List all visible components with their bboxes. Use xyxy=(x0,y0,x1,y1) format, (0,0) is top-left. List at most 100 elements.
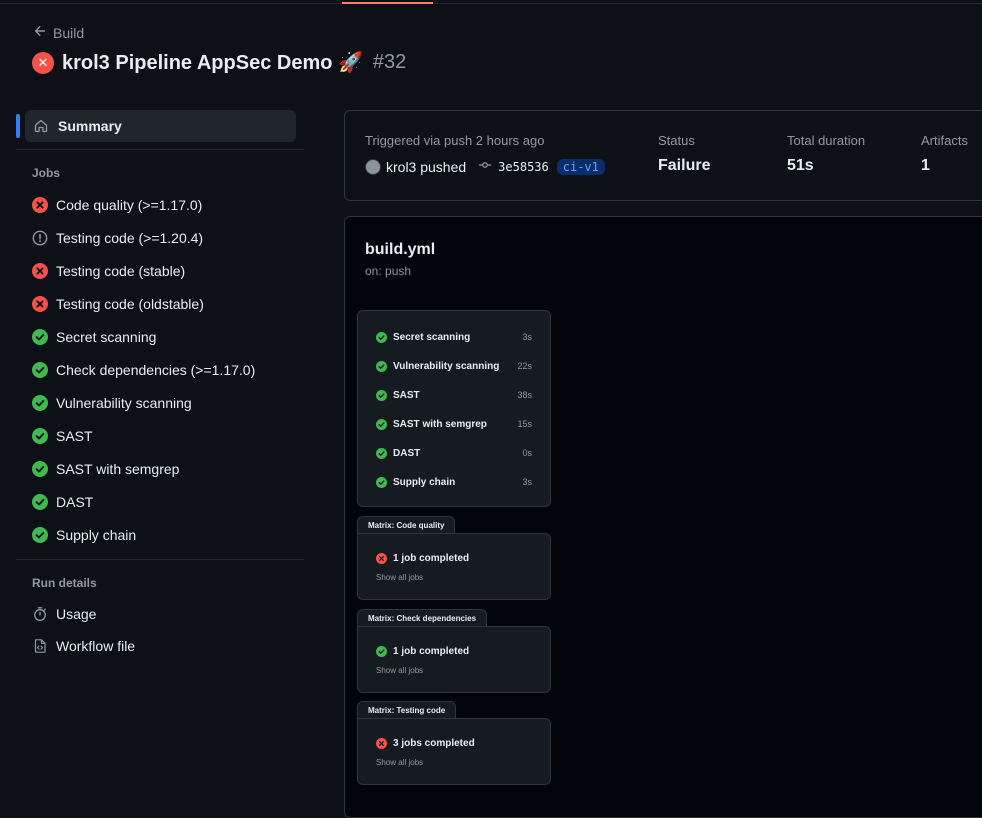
sidebar-job-label: Testing code (>=1.20.4) xyxy=(56,229,204,246)
commit-link[interactable]: 3e58536 xyxy=(478,158,549,175)
workflow-job-label: Secret scanning xyxy=(393,331,471,343)
sidebar-job-label: Check dependencies (>=1.17.0) xyxy=(56,361,256,378)
jobs-group: Secret scanning 3s Vulnerability scanning 2… xyxy=(357,310,551,507)
matrix-group[interactable]: 1 job completed Show all jobs xyxy=(357,533,551,600)
divider xyxy=(16,559,304,560)
sidebar: Summary Jobs Code quality (>=1.17.0) Test… xyxy=(16,110,304,662)
status-stat: Status Failure xyxy=(658,133,710,175)
x-circle-icon xyxy=(32,262,48,279)
alert-circle-icon xyxy=(32,230,48,246)
show-all-jobs-link[interactable]: Show all jobs xyxy=(376,573,423,582)
sidebar-job-item[interactable]: Testing code (stable) xyxy=(16,254,304,287)
arrow-left-icon xyxy=(33,24,47,41)
sidebar-job-label: SAST with semgrep xyxy=(56,460,180,477)
workflow-job[interactable]: DAST 0s xyxy=(376,446,532,460)
check-circle-icon xyxy=(376,476,387,488)
branch-label[interactable]: ci-v1 xyxy=(556,158,605,175)
run-details-heading: Run details xyxy=(32,576,97,590)
workflow-job-label: Supply chain xyxy=(393,476,456,488)
top-divider xyxy=(0,3,982,4)
workflow-job-duration: 38s xyxy=(517,390,532,400)
sidebar-job-item[interactable]: Supply chain xyxy=(16,518,304,551)
sidebar-job-label: SAST xyxy=(56,427,93,444)
duration-stat: Total duration 51s xyxy=(787,133,865,175)
check-circle-icon xyxy=(376,646,387,657)
matrix-tab: Matrix: Code quality xyxy=(357,516,456,534)
workflow-job-duration: 0s xyxy=(522,448,532,458)
workflow-job[interactable]: SAST 38s xyxy=(376,388,532,402)
check-circle-icon xyxy=(32,328,48,345)
sidebar-job-item[interactable]: Testing code (oldstable) xyxy=(16,287,304,320)
sidebar-item-usage[interactable]: Usage xyxy=(16,598,304,630)
active-tab-indicator xyxy=(342,2,433,4)
sidebar-job-item[interactable]: DAST xyxy=(16,485,304,518)
sidebar-item-label: Usage xyxy=(56,606,97,622)
back-link[interactable]: Build xyxy=(33,24,84,41)
stopwatch-icon xyxy=(32,606,48,622)
sidebar-job-item[interactable]: Check dependencies (>=1.17.0) xyxy=(16,353,304,386)
sidebar-job-item[interactable]: SAST xyxy=(16,419,304,452)
sidebar-item-label: Summary xyxy=(58,118,122,134)
home-icon xyxy=(33,118,49,134)
check-circle-icon xyxy=(32,460,48,477)
trigger-info: Triggered via push 2 hours ago xyxy=(365,133,545,148)
workflow-job-duration: 22s xyxy=(517,361,532,371)
run-number: #32 xyxy=(372,51,407,73)
x-circle-icon xyxy=(376,738,387,749)
x-circle-icon xyxy=(32,295,48,312)
workflow-job[interactable]: Secret scanning 3s xyxy=(376,330,532,344)
x-circle-icon xyxy=(376,553,387,564)
check-circle-icon xyxy=(32,394,48,411)
selected-indicator xyxy=(16,114,20,138)
workflow-job-label: SAST xyxy=(393,389,420,401)
workflow-job[interactable]: SAST with semgrep 15s xyxy=(376,417,532,431)
workflow-trigger: on: push xyxy=(365,264,412,278)
matrix-tab: Matrix: Check dependencies xyxy=(357,609,488,627)
matrix-tab: Matrix: Testing code xyxy=(357,701,457,719)
sidebar-job-label: Testing code (stable) xyxy=(56,262,186,279)
matrix-group[interactable]: 1 job completed Show all jobs xyxy=(357,626,551,693)
matrix-group[interactable]: 3 jobs completed Show all jobs xyxy=(357,718,551,785)
workflow-graph-card: build.yml on: push Secret scanning 3s Vuln… xyxy=(344,216,982,818)
check-circle-icon xyxy=(376,447,387,459)
check-circle-icon xyxy=(376,331,387,343)
sidebar-job-item[interactable]: SAST with semgrep xyxy=(16,452,304,485)
avatar[interactable] xyxy=(365,158,381,175)
sidebar-job-item[interactable]: Code quality (>=1.17.0) xyxy=(16,188,304,221)
matrix-summary: 1 job completed xyxy=(376,646,469,657)
git-commit-icon xyxy=(478,158,492,175)
check-circle-icon xyxy=(376,360,387,372)
artifacts-stat: Artifacts 1 xyxy=(921,133,968,175)
sidebar-job-item[interactable]: Vulnerability scanning xyxy=(16,386,304,419)
check-circle-icon xyxy=(376,418,387,430)
back-link-label: Build xyxy=(53,24,85,41)
failure-icon: ✕ xyxy=(32,51,54,74)
sidebar-job-label: Secret scanning xyxy=(56,328,157,345)
sidebar-item-summary[interactable]: Summary xyxy=(16,110,296,142)
commit-sha: 3e58536 xyxy=(498,159,549,174)
workflow-job-label: Vulnerability scanning xyxy=(393,360,500,372)
check-circle-icon xyxy=(32,526,48,543)
file-code-icon xyxy=(32,638,48,654)
matrix-summary: 3 jobs completed xyxy=(376,738,475,749)
workflow-job-duration: 15s xyxy=(517,419,532,429)
x-circle-icon xyxy=(32,196,48,213)
show-all-jobs-link[interactable]: Show all jobs xyxy=(376,758,423,767)
show-all-jobs-link[interactable]: Show all jobs xyxy=(376,666,423,675)
matrix-summary-text: 3 jobs completed xyxy=(393,738,475,749)
workflow-job-duration: 3s xyxy=(522,332,532,342)
workflow-job-duration: 3s xyxy=(522,477,532,487)
page-title: ✕ krol3 Pipeline AppSec Demo 🚀 #32 xyxy=(32,50,406,75)
workflow-job[interactable]: Vulnerability scanning 22s xyxy=(376,359,532,373)
duration-value: 51s xyxy=(787,157,814,174)
matrix-summary-text: 1 job completed xyxy=(393,646,470,657)
workflow-file-name[interactable]: build.yml xyxy=(365,241,435,259)
sidebar-item-workflow-file[interactable]: Workflow file xyxy=(16,630,304,662)
sidebar-job-item[interactable]: Secret scanning xyxy=(16,320,304,353)
actor-link[interactable]: krol3 pushed xyxy=(386,159,466,175)
workflow-job[interactable]: Supply chain 3s xyxy=(376,475,532,489)
sidebar-job-item[interactable]: Testing code (>=1.20.4) xyxy=(16,221,304,254)
workflow-job-label: DAST xyxy=(393,447,421,459)
matrix-summary: 1 job completed xyxy=(376,553,469,564)
sidebar-job-label: DAST xyxy=(56,493,94,510)
